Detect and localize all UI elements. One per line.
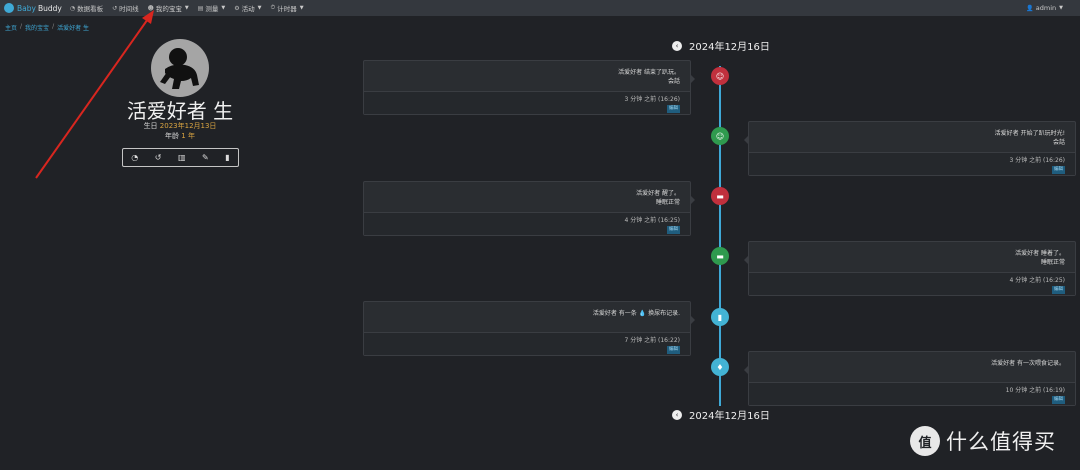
- watermark-logo: 值: [910, 426, 940, 456]
- timeline-entry: 活爱好者 有一条 💧 换尿布记录. 7 分钟 之前 (16:22) 编辑: [363, 301, 695, 356]
- entry-text: 活爱好者 醒了。: [636, 190, 680, 197]
- edit-link[interactable]: 编辑: [667, 105, 680, 113]
- entry-time: 10 分钟 之前 (16:19): [1005, 387, 1065, 394]
- entry-footer: 3 分钟 之前 (16:26) 编辑: [364, 92, 690, 114]
- card-pointer: [690, 315, 695, 325]
- chevron-left-icon[interactable]: ‹: [672, 409, 682, 420]
- entry-text: 活爱好者 有一次喂食记录。: [991, 360, 1065, 367]
- nav-activities-label: 活动: [241, 5, 255, 13]
- card-pointer: [744, 365, 749, 375]
- watermark: 值 什么值得买: [910, 426, 1056, 456]
- chevron-down-icon: ▼: [1059, 5, 1063, 11]
- timeline-entry: 活爱好者 睡着了。 睡眠正常 4 分钟 之前 (16:25) 编辑: [744, 241, 1076, 296]
- nav-measurements-label: 测量: [205, 5, 219, 13]
- entry-time: 3 分钟 之前 (16:26): [624, 96, 680, 103]
- timeline-date-bottom-label: 2024年12月16日: [689, 411, 770, 422]
- entry-time: 4 分钟 之前 (16:25): [1009, 277, 1065, 284]
- edit-link[interactable]: 编辑: [1052, 396, 1065, 404]
- timeline-entry: 活爱好者 醒了。 睡眠正常 4 分钟 之前 (16:25) 编辑: [363, 181, 695, 236]
- entry-sub: 会話: [1052, 139, 1065, 146]
- nav-measurements[interactable]: ▤ 测量 ▼: [198, 3, 226, 14]
- entry-sub: 睡眠正常: [655, 199, 680, 206]
- nav-activities[interactable]: ⚙ 活动 ▼: [234, 3, 262, 14]
- entry-body: 活爱好者 结束了趴玩。 会話: [364, 61, 690, 92]
- entry-time: 4 分钟 之前 (16:25): [624, 217, 680, 224]
- user-name: admin: [1035, 4, 1057, 12]
- entry-time: 7 分钟 之前 (16:22): [624, 337, 680, 344]
- entry-body: 活爱好者 睡着了。 睡眠正常: [749, 242, 1075, 273]
- entry-body: 活爱好者 醒了。 睡眠正常: [364, 182, 690, 213]
- watermark-text: 什么值得买: [946, 430, 1056, 454]
- bed-icon: ▬: [711, 247, 729, 265]
- entry-sub: 会話: [667, 78, 680, 85]
- card-pointer: [690, 195, 695, 205]
- user-icon: 👤: [1026, 4, 1034, 12]
- timeline-date-top: ‹ 2024年12月16日: [672, 38, 770, 53]
- entry-text: 活爱好者 结束了趴玩。: [618, 69, 680, 76]
- timeline-entry: 活爱好者 有一次喂食记录。 10 分钟 之前 (16:19) 编辑: [744, 351, 1076, 406]
- entry-footer: 4 分钟 之前 (16:25) 编辑: [749, 273, 1075, 295]
- entry-footer: 10 分钟 之前 (16:19) 编辑: [749, 383, 1075, 405]
- edit-icon[interactable]: ✎: [202, 153, 209, 162]
- activities-icon: ⚙: [234, 4, 240, 12]
- entry-text: 活爱好者 有一条 💧 换尿布记录.: [364, 309, 680, 318]
- tummy-time-icon: ☺: [711, 67, 729, 85]
- edit-link[interactable]: 编辑: [667, 226, 680, 234]
- nav-timers[interactable]: ⏱ 计时器 ▼: [271, 3, 304, 13]
- timer-icon: ⏱: [270, 4, 276, 11]
- tummy-time-icon: ☺: [711, 127, 729, 145]
- entry-footer: 3 分钟 之前 (16:26) 编辑: [749, 153, 1075, 175]
- edit-link[interactable]: 编辑: [1052, 166, 1065, 174]
- chevron-left-icon[interactable]: ‹: [672, 40, 682, 51]
- bed-icon: ▬: [711, 187, 729, 205]
- droplet-icon: 💧: [638, 310, 647, 317]
- user-menu[interactable]: 👤 admin ▼: [1026, 0, 1063, 16]
- entry-footer: 7 分钟 之前 (16:22) 编辑: [364, 333, 690, 355]
- timeline-date-top-label: 2024年12月16日: [689, 42, 770, 53]
- entry-text-head: 活爱好者 有一条: [592, 310, 637, 317]
- timeline-entry: 活爱好者 开始了趴玩时光! 会話 3 分钟 之前 (16:26) 编辑: [744, 121, 1076, 176]
- card-pointer: [744, 255, 749, 265]
- chevron-down-icon: ▼: [257, 5, 262, 11]
- timeline-entry: 活爱好者 结束了趴玩。 会話 3 分钟 之前 (16:26) 编辑: [363, 60, 695, 115]
- timeline-line: [719, 66, 721, 406]
- entry-body: 活爱好者 有一次喂食记录。: [749, 352, 1075, 383]
- card-pointer: [744, 135, 749, 145]
- entry-body: 活爱好者 有一条 💧 换尿布记录.: [364, 302, 690, 333]
- entry-body: 活爱好者 开始了趴玩时光! 会話: [749, 122, 1075, 153]
- edit-link[interactable]: 编辑: [667, 346, 680, 354]
- entry-text-tail: 换尿布记录.: [648, 310, 680, 317]
- diaper-icon: ▮: [711, 308, 729, 326]
- entry-text: 活爱好者 睡着了。: [1015, 250, 1065, 257]
- entry-time: 3 分钟 之前 (16:26): [1009, 157, 1065, 164]
- chevron-down-icon: ▼: [221, 5, 226, 11]
- edit-link[interactable]: 编辑: [1052, 286, 1065, 294]
- feeding-icon: ♦: [711, 358, 729, 376]
- chevron-down-icon: ▼: [299, 5, 304, 11]
- timeline-date-bottom: ‹ 2024年12月16日: [672, 407, 770, 422]
- nav-timers-label: 计时器: [277, 5, 297, 13]
- entry-sub: 睡眠正常: [1040, 259, 1065, 266]
- annotation-arrow: [35, 10, 154, 179]
- trash-icon[interactable]: ▮: [225, 153, 229, 162]
- card-pointer: [690, 74, 695, 84]
- entry-text: 活爱好者 开始了趴玩时光!: [994, 130, 1065, 137]
- entry-footer: 4 分钟 之前 (16:25) 编辑: [364, 213, 690, 235]
